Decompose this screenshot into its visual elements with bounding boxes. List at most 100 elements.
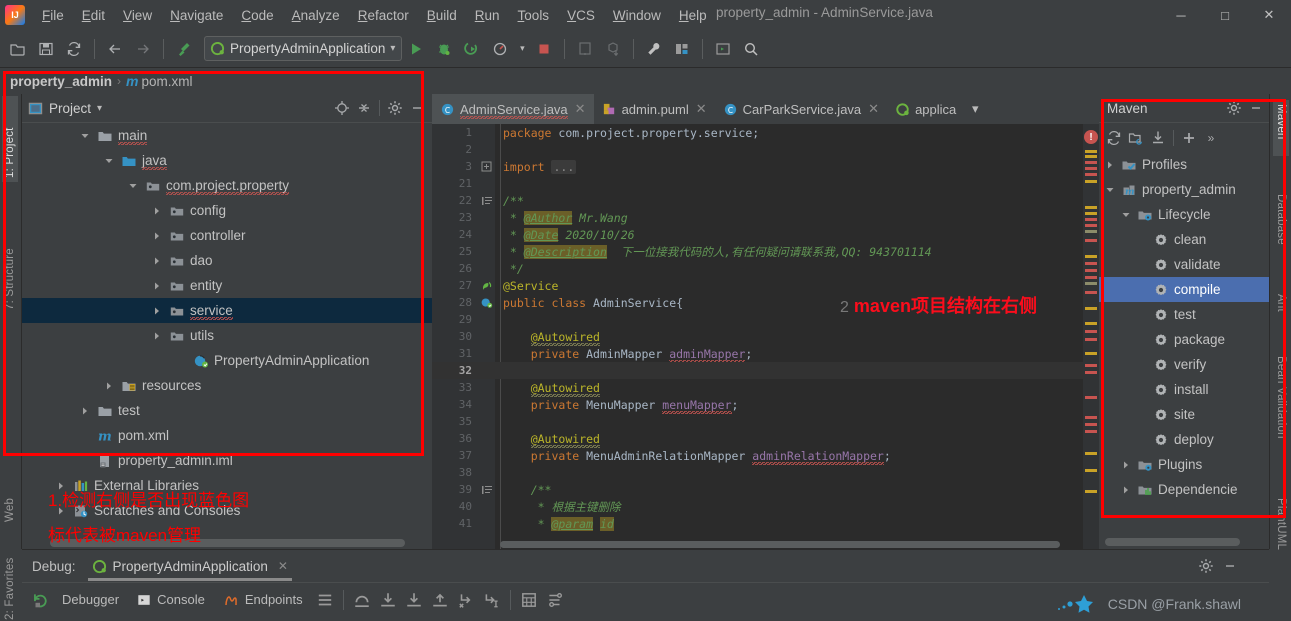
breadcrumb-project[interactable]: property_admin (10, 74, 112, 89)
code-line[interactable]: 35 (432, 413, 1099, 430)
editor-tab-close-icon[interactable]: ✕ (575, 101, 586, 117)
forward-icon[interactable] (130, 36, 156, 62)
error-stripe-mark[interactable] (1085, 269, 1097, 272)
editor-tab-adminservice-java[interactable]: C AdminService.java ✕ (432, 94, 594, 124)
sidebar-item-maven[interactable]: Maven (1273, 100, 1289, 156)
tree-node-utils[interactable]: utils (22, 323, 432, 348)
maven-expand-arrow-icon[interactable] (1103, 158, 1117, 172)
error-stripe-mark[interactable] (1085, 430, 1097, 433)
tab-debugger[interactable]: Debugger (54, 588, 127, 612)
code-line[interactable]: 21 (432, 175, 1099, 192)
profile-button[interactable] (487, 36, 513, 62)
maven-node-install[interactable]: install (1099, 377, 1269, 402)
error-stripe-mark[interactable] (1085, 218, 1097, 221)
tree-node-controller[interactable]: controller (22, 223, 432, 248)
maven-node-property-admin[interactable]: m property_admin (1099, 177, 1269, 202)
error-stripe-mark[interactable] (1085, 291, 1097, 294)
update-running-app-icon[interactable] (572, 36, 598, 62)
tab-console[interactable]: Console (129, 588, 213, 612)
code-line[interactable]: 2 (432, 141, 1099, 158)
editor-tab-close-icon[interactable]: ✕ (696, 101, 707, 117)
code-line[interactable]: 23 * @Author Mr.Wang (432, 209, 1099, 226)
sidebar-item-database[interactable]: Database (1273, 190, 1289, 262)
tree-node-java[interactable]: java (22, 148, 432, 173)
maven-node-dependencie[interactable]: Dependencie (1099, 477, 1269, 502)
menu-item-tools[interactable]: Tools (509, 6, 559, 25)
maven-node-plugins[interactable]: Plugins (1099, 452, 1269, 477)
tree-node-property-admin-iml[interactable]: property_admin.iml (22, 448, 432, 473)
code-line[interactable]: 36 @Autowired (432, 430, 1099, 447)
more-actions-icon[interactable]: » (1200, 127, 1222, 149)
tree-expand-arrow-icon[interactable] (150, 304, 164, 318)
run-with-coverage-button[interactable] (459, 36, 485, 62)
sidebar-item-plantuml[interactable]: PlantUML (1273, 494, 1289, 574)
tree-node-com-project-property[interactable]: com.project.property (22, 173, 432, 198)
maximize-button[interactable]: □ (1203, 0, 1247, 30)
code-line[interactable]: 33 @Autowired (432, 379, 1099, 396)
debug-settings-gear-icon[interactable] (1195, 555, 1217, 577)
error-stripe-marker-panel[interactable]: ! (1083, 124, 1099, 549)
error-stripe-mark[interactable] (1085, 212, 1097, 215)
editor-tab-applica[interactable]: applica (887, 94, 964, 124)
error-stripe-mark[interactable] (1085, 452, 1097, 455)
terminal-icon[interactable] (710, 36, 736, 62)
error-stripe-mark[interactable] (1085, 364, 1097, 367)
code-line[interactable]: 39 /** (432, 481, 1099, 498)
maven-node-clean[interactable]: clean (1099, 227, 1269, 252)
maven-hide-icon[interactable] (1245, 97, 1267, 119)
error-stripe-mark[interactable] (1085, 282, 1097, 285)
tree-node-pom-xml[interactable]: m pom.xml (22, 423, 432, 448)
tree-node-dao[interactable]: dao (22, 248, 432, 273)
sidebar-item-favorites[interactable]: 2: Favorites (2, 544, 18, 621)
tree-expand-arrow-icon[interactable] (150, 329, 164, 343)
tree-node-service[interactable]: service (22, 298, 432, 323)
tree-expand-arrow-icon[interactable] (126, 179, 140, 193)
error-stripe-mark[interactable] (1085, 490, 1097, 493)
editor-tab-admin-puml[interactable]: admin.puml ✕ (594, 94, 715, 124)
error-stripe-mark[interactable] (1085, 224, 1097, 227)
run-to-cursor-icon[interactable] (480, 588, 504, 612)
error-stripe-mark[interactable] (1085, 239, 1097, 242)
gutter-marker-icon[interactable] (478, 296, 495, 309)
menu-item-refactor[interactable]: Refactor (349, 6, 418, 25)
code-line[interactable]: 30 @Autowired (432, 328, 1099, 345)
tree-node-propertyadminapplication[interactable]: PropertyAdminApplication (22, 348, 432, 373)
error-stripe-mark[interactable] (1085, 322, 1097, 325)
code-line[interactable]: 41 * @param id (432, 515, 1099, 532)
tab-endpoints[interactable]: Endpoints (215, 588, 311, 612)
gutter-marker-icon[interactable] (478, 484, 495, 496)
error-stripe-mark[interactable] (1085, 150, 1097, 153)
error-stripe-mark[interactable] (1085, 161, 1097, 164)
project-structure-icon[interactable] (669, 36, 695, 62)
run-configuration-selector[interactable]: PropertyAdminApplication ▾ (204, 36, 403, 61)
editor-tab-carparkservice-java[interactable]: C CarParkService.java ✕ (715, 94, 887, 124)
tree-node-entity[interactable]: entity (22, 273, 432, 298)
error-stripe-mark[interactable] (1085, 352, 1097, 355)
debug-hide-icon[interactable] (1219, 555, 1241, 577)
gutter-marker-icon[interactable] (478, 195, 495, 207)
stop-button[interactable] (531, 36, 557, 62)
gutter-marker-icon[interactable] (478, 161, 495, 172)
gear-icon[interactable] (384, 97, 406, 119)
maven-gear-icon[interactable] (1223, 97, 1245, 119)
maven-node-validate[interactable]: validate (1099, 252, 1269, 277)
tree-node-config[interactable]: config (22, 198, 432, 223)
tree-node-test[interactable]: test (22, 398, 432, 423)
error-stripe-mark[interactable] (1085, 396, 1097, 399)
error-count-icon[interactable]: ! (1084, 130, 1098, 144)
code-line[interactable]: 1 package com.project.property.service; (432, 124, 1099, 141)
tree-expand-arrow-icon[interactable] (150, 279, 164, 293)
sidebar-item-structure[interactable]: 7: Structure (2, 214, 18, 314)
step-over-icon[interactable] (350, 588, 374, 612)
reimport-projects-icon[interactable] (1103, 127, 1125, 149)
save-icon[interactable] (33, 36, 59, 62)
maven-node-site[interactable]: site (1099, 402, 1269, 427)
maven-node-compile[interactable]: compile (1099, 277, 1269, 302)
step-out-icon[interactable] (428, 588, 452, 612)
error-stripe-mark[interactable] (1085, 155, 1097, 158)
maven-tree[interactable]: Profiles m property_admin Lifecycle clean val… (1099, 152, 1269, 549)
breadcrumb-file[interactable]: pom.xml (141, 74, 192, 89)
maven-expand-arrow-icon[interactable] (1103, 183, 1117, 197)
maven-expand-arrow-icon[interactable] (1119, 208, 1133, 222)
debug-session-tab[interactable]: PropertyAdminApplication ✕ (87, 551, 293, 581)
